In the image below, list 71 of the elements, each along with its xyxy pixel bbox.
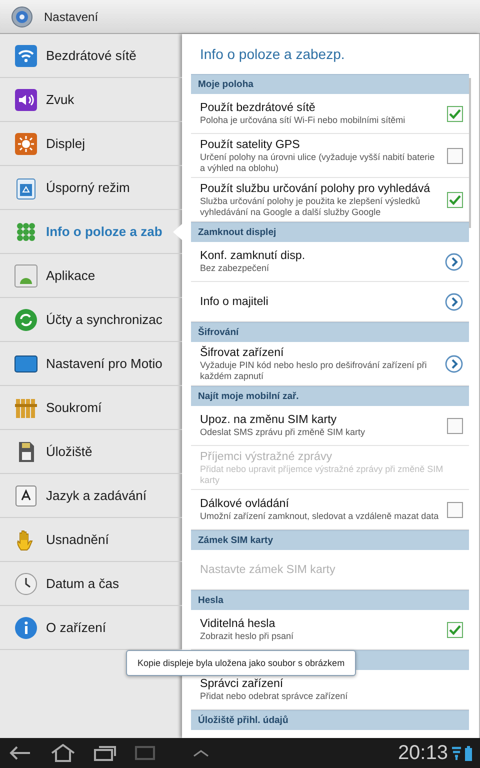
setting-summary: Vyžaduje PIN kód nebo heslo pro dešifrování zařízení při každém zapnutí (200, 360, 428, 382)
battery-icon (465, 746, 472, 760)
setting-summary: Poloha je určována sítí Wi-Fi nebo mobilními sítěmi (200, 115, 406, 126)
setting-title: Použít službu určování polohy pro vyhledává (200, 182, 432, 194)
settings-row[interactable]: Konf. zamknutí disp. Bez zabezpečení (191, 242, 469, 282)
checkbox[interactable] (447, 192, 463, 208)
setting-title: Dálkové ovládání (200, 497, 290, 510)
screenshot-toast: Kopie displeje byla uložena jako soubor s obrázkem (126, 650, 356, 676)
sidebar-item[interactable]: Účty a synchronizac (0, 298, 182, 342)
setting-title: Správci zařízení (200, 677, 284, 690)
section-header: Zamknout displej (191, 222, 469, 242)
sidebar-item[interactable]: Aplikace (0, 254, 182, 298)
brightness-icon (14, 132, 38, 156)
sidebar-item[interactable]: Jazyk a zadávání (0, 474, 182, 518)
checkbox[interactable] (447, 502, 463, 518)
setting-title: Použít bezdrátové sítě (200, 101, 316, 114)
chevron-icon[interactable] (445, 292, 463, 310)
section-header: Najít moje mobilní zař. (191, 386, 469, 406)
sidebar-item[interactable]: Úložiště (0, 430, 182, 474)
setting-title: Upoz. na změnu SIM karty (200, 413, 338, 426)
section-header: Moje poloha (191, 74, 469, 94)
sidebar-item[interactable]: Datum a čas (0, 562, 182, 606)
setting-title: Konf. zamknutí disp. (200, 249, 306, 262)
sidebar-item[interactable]: Soukromí (0, 386, 182, 430)
sidebar-item[interactable]: Bezdrátové sítě (0, 34, 182, 78)
settings-row[interactable]: Použít bezdrátové sítě Poloha je určována sítí Wi-Fi nebo mobilními sítěmi (191, 94, 469, 134)
setting-summary: Služba určování polohy je použita ke zlepšení výsledků vyhledávání na Google a další služby Google (200, 196, 422, 218)
keyboard-key-icon (14, 484, 38, 508)
settings-row[interactable]: Použít satelity GPS Určení polohy na úrovni ulice (vyžaduje vyšší nabití baterie a výhled na oblohu) (191, 134, 469, 178)
sidebar-item[interactable]: Displej (0, 122, 182, 166)
checkbox[interactable] (447, 622, 463, 638)
app-title: Nastavení (44, 10, 98, 24)
setting-title: Info o majiteli (200, 295, 270, 308)
clock-icon (14, 572, 38, 596)
section-header: Hesla (191, 590, 469, 610)
sync-icon (14, 308, 38, 332)
up-caret-icon[interactable] (192, 748, 210, 758)
setting-summary: Odeslat SMS zprávu při změně SIM karty (200, 427, 366, 438)
setting-summary: Bez zabezpečení (200, 263, 270, 274)
gear-icon (10, 4, 34, 28)
checkbox[interactable] (447, 106, 463, 122)
checkbox[interactable] (447, 418, 463, 434)
setting-title: Šifrovat zařízení (200, 346, 285, 358)
recent-apps-icon[interactable] (94, 745, 116, 761)
setting-title: Viditelná hesla (200, 617, 276, 630)
section-header: Zámek SIM karty (191, 530, 469, 550)
setting-summary: Přidat nebo odebrat správce zařízení (200, 691, 349, 702)
setting-summary: Umožní zařízení zamknout, sledovat a vzdáleně mazat data (200, 511, 440, 522)
section-header: Šifrování (191, 322, 469, 342)
setting-title: Nastavte zámek SIM karty (200, 563, 336, 576)
chevron-icon[interactable] (445, 252, 463, 270)
wifi-icon (452, 746, 461, 760)
panel-title: Info o poloze a zabezp. (199, 45, 346, 64)
wifi-icon (14, 44, 38, 68)
setting-summary: Přidat nebo upravit příjemce výstražné zprávy při změně SIM karty (200, 464, 444, 486)
setting-summary: Zobrazit heslo při psaní (200, 631, 295, 642)
speaker-icon (14, 88, 38, 112)
back-icon[interactable] (8, 745, 32, 761)
setting-title: Použít satelity GPS (200, 138, 301, 150)
chevron-icon[interactable] (445, 354, 463, 372)
section-header: Úložiště přihl. údajů (191, 710, 469, 730)
setting-summary: Určení polohy na úrovni ulice (vyžaduje vyšší nabití baterie a výhled na oblohu) (200, 152, 436, 174)
sidebar-item[interactable]: Úsporný režim (0, 166, 182, 210)
sidebar-item[interactable]: Nastavení pro Motio (0, 342, 182, 386)
home-icon[interactable] (50, 744, 76, 762)
info-icon (14, 616, 38, 640)
sidebar-item[interactable]: Zvuk (0, 78, 182, 122)
checkbox[interactable] (447, 148, 463, 164)
clock: 20:13 (398, 742, 448, 764)
settings-row[interactable]: Upoz. na změnu SIM karty Odeslat SMS zprávu při změně SIM karty (191, 406, 469, 446)
setting-title: Příjemci výstražné zprávy (200, 450, 334, 462)
